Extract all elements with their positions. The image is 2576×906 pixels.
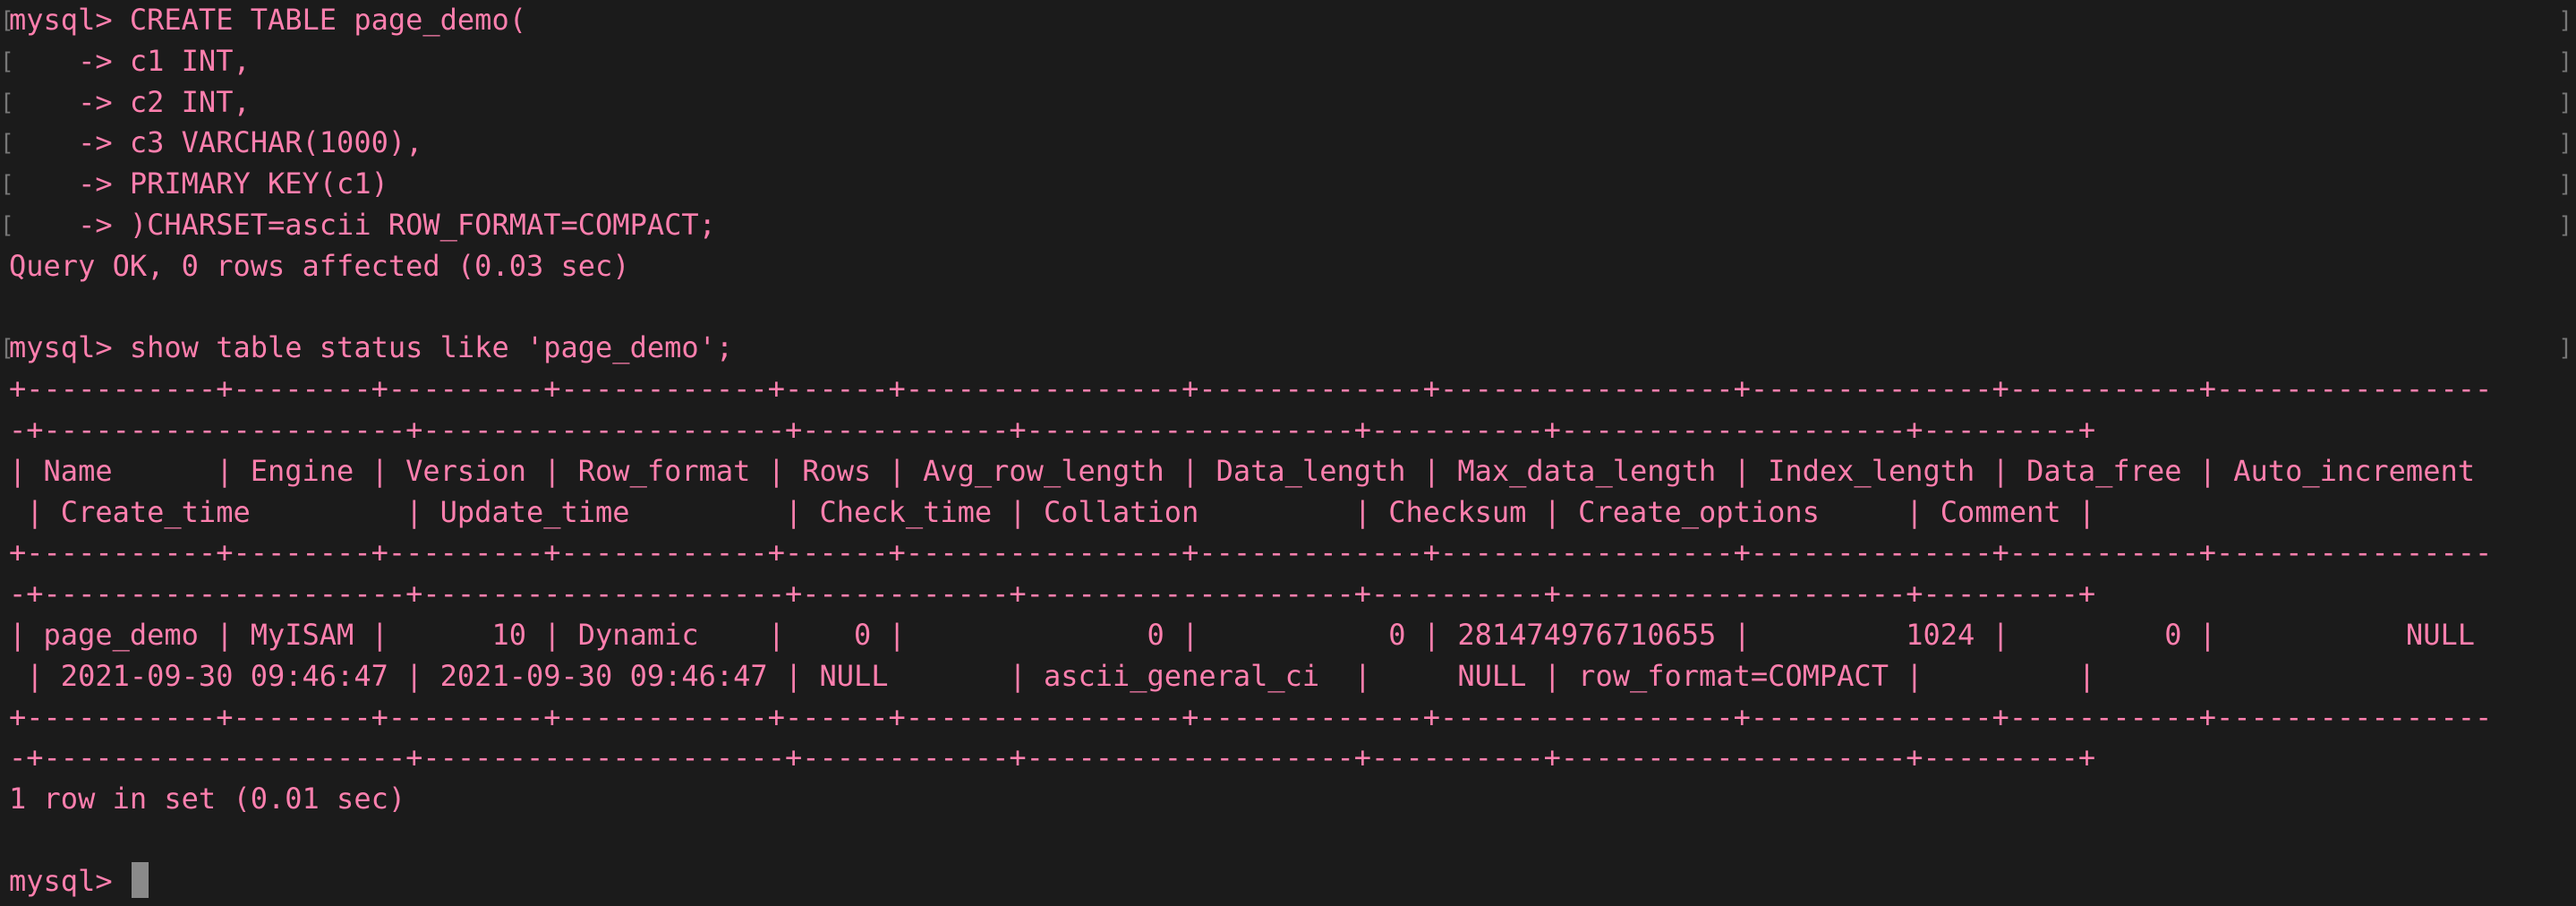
table-border-line: -+---------------------+----------------… (9, 740, 2096, 775)
prompt-bracket-right: ] (2558, 211, 2572, 239)
prompt-bracket-left: [ (0, 89, 14, 116)
prompt-bracket-left: [ (0, 47, 14, 75)
table-row-line: | 2021-09-30 09:46:47 | 2021-09-30 09:46… (9, 658, 2096, 693)
terminal-line-output: Query OK, 0 rows affected (0.03 sec) (9, 248, 630, 283)
table-header-line: | Name | Engine | Version | Row_format |… (9, 453, 2475, 488)
prompt-bracket-right: ] (2558, 171, 2572, 199)
table-header-line: | Create_time | Update_time | Check_time… (9, 494, 2096, 529)
terminal-line-command: [] mysql> CREATE TABLE page_demo( (0, 3, 2572, 37)
prompt-bracket-right: ] (2558, 7, 2572, 34)
terminal-window[interactable]: [] mysql> CREATE TABLE page_demo( [] -> c… (0, 0, 2576, 906)
table-border-line: +-----------+--------+---------+--------… (9, 372, 2493, 406)
terminal-line-output: 1 row in set (0.01 sec) (9, 782, 406, 816)
terminal-line-command: [] -> c1 INT, (0, 43, 2572, 78)
prompt-bracket-left: [ (0, 335, 14, 363)
terminal-prompt-line[interactable]: mysql> (0, 861, 2576, 902)
prompt-bracket-right: ] (2558, 47, 2572, 75)
terminal-cursor (131, 861, 149, 898)
prompt-text: mysql> (9, 863, 130, 898)
terminal-line-command: [] -> )CHARSET=ascii ROW_FORMAT=COMPACT; (0, 207, 2572, 242)
terminal-line-command: [] -> c3 VARCHAR(1000), (0, 125, 2572, 160)
prompt-bracket-left: [ (0, 211, 14, 239)
table-border-line: -+---------------------+----------------… (9, 577, 2096, 611)
table-border-line: -+---------------------+----------------… (9, 412, 2096, 447)
prompt-bracket-left: [ (0, 7, 14, 34)
terminal-line-command: [] mysql> show table status like 'page_de… (0, 330, 2572, 365)
terminal-line-command: [] -> PRIMARY KEY(c1) (0, 167, 2572, 201)
table-border-line: +-----------+--------+---------+--------… (9, 535, 2493, 570)
table-row-line: | page_demo | MyISAM | 10 | Dynamic | 0 … (9, 617, 2475, 652)
table-border-line: +-----------+--------+---------+--------… (9, 699, 2493, 734)
terminal-line-command: [] -> c2 INT, (0, 84, 2572, 119)
prompt-bracket-right: ] (2558, 130, 2572, 158)
prompt-bracket-right: ] (2558, 335, 2572, 363)
prompt-bracket-right: ] (2558, 89, 2572, 116)
prompt-bracket-left: [ (0, 171, 14, 199)
prompt-bracket-left: [ (0, 130, 14, 158)
